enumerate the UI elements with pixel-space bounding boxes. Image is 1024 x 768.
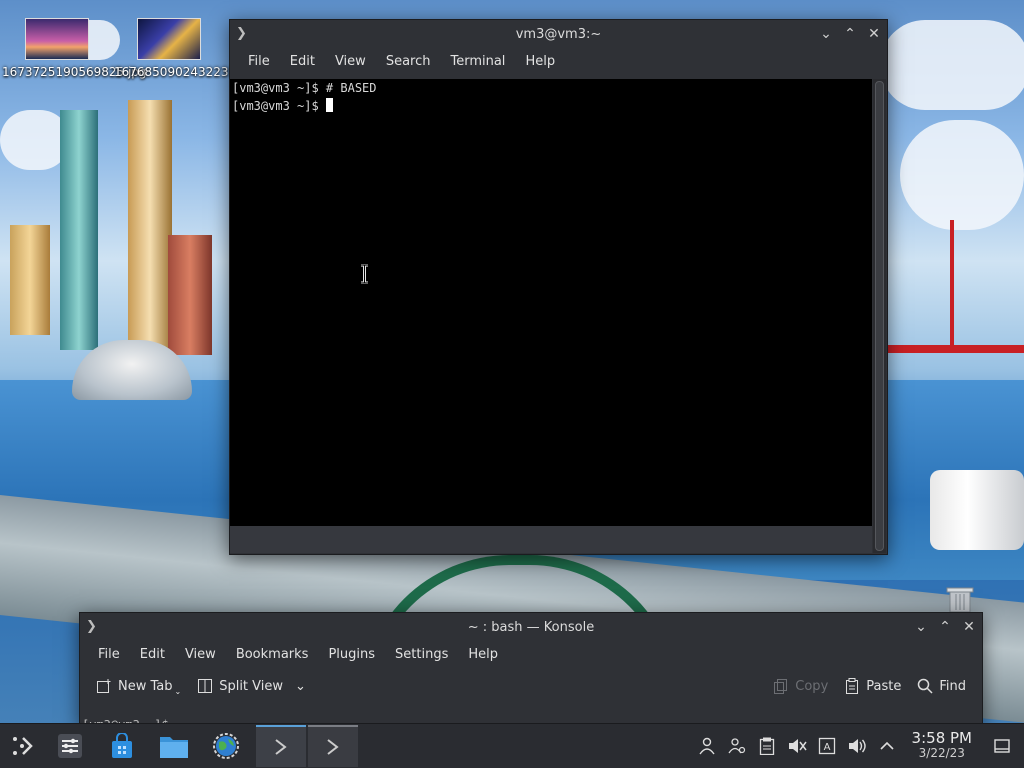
dropdown-indicator-icon: ⌄ — [174, 686, 182, 696]
terminal-line: [vm3@vm3 ~]$ — [230, 97, 872, 115]
volume-icon[interactable] — [844, 724, 870, 768]
konsole-titlebar[interactable]: ❯ ~ : bash — Konsole ⌄ ⌃ ✕ — [80, 613, 982, 641]
settings-sliders-icon — [58, 734, 82, 758]
taskbar-task-terminal[interactable] — [256, 725, 306, 767]
paste-icon — [846, 678, 859, 694]
menu-edit[interactable]: Edit — [130, 641, 175, 669]
terminal-line: [vm3@vm3 ~]$ # BASED — [232, 81, 377, 95]
konsole-app-icon: ❯ — [86, 619, 97, 634]
window-title: ~ : bash — Konsole — [467, 619, 595, 635]
close-button[interactable]: ✕ — [960, 618, 978, 636]
user-accounts-icon[interactable] — [724, 724, 750, 768]
menu-help[interactable]: Help — [458, 641, 508, 669]
terminal-bottom-area — [230, 526, 872, 553]
menu-search[interactable]: Search — [376, 48, 441, 76]
desktop-file-label: 1676850902432231.jpg — [114, 65, 259, 79]
desktop-file-icon-1[interactable]: 1673725190569825.jpg — [2, 18, 147, 80]
maximize-button[interactable]: ⌃ — [841, 25, 859, 43]
discover-store-launcher[interactable] — [100, 724, 144, 768]
menu-terminal[interactable]: Terminal — [440, 48, 515, 76]
search-icon — [918, 678, 933, 694]
app-launcher-icon — [13, 737, 33, 755]
svg-text:A: A — [823, 742, 830, 753]
terminal-output[interactable]: [vm3@vm3 ~]$ # BASED [vm3@vm3 ~]$ — [230, 79, 872, 526]
konsole-menubar: File Edit View Bookmarks Plugins Setting… — [80, 641, 982, 669]
terminal-window[interactable]: ❯ vm3@vm3:~ ⌄ ⌃ ✕ File Edit View Search … — [229, 19, 888, 555]
close-button[interactable]: ✕ — [865, 25, 883, 43]
desktop-file-icon-2[interactable]: 1676850902432231.jpg — [114, 18, 259, 80]
web-browser-launcher[interactable] — [204, 724, 248, 768]
text-cursor — [325, 98, 333, 112]
terminal-scrollbar[interactable] — [873, 79, 886, 553]
trash-icon[interactable] — [944, 585, 976, 613]
terminal-app-icon: ❯ — [236, 26, 247, 41]
copy-button[interactable]: Copy — [765, 673, 836, 699]
konsole-toolbar: New Tab ⌄ Split View ⌄ Copy Paste Find — [80, 669, 982, 703]
menu-file[interactable]: File — [88, 641, 130, 669]
image-thumbnail — [137, 18, 201, 60]
split-view-button[interactable]: Split View ⌄ — [189, 673, 314, 699]
terminal-menubar: File Edit View Search Terminal Help — [230, 48, 887, 76]
split-view-icon — [198, 679, 213, 693]
file-manager-launcher[interactable] — [152, 724, 196, 768]
show-desktop-button[interactable] — [986, 724, 1018, 768]
audio-muted-icon[interactable] — [784, 724, 810, 768]
desktop-file-label: 1673725190569825.jpg — [2, 65, 147, 79]
menu-bookmarks[interactable]: Bookmarks — [226, 641, 319, 669]
minimize-button[interactable]: ⌄ — [912, 618, 930, 636]
find-button[interactable]: Find — [909, 673, 974, 699]
image-thumbnail — [25, 18, 89, 60]
menu-edit[interactable]: Edit — [280, 48, 325, 76]
maximize-button[interactable]: ⌃ — [936, 618, 954, 636]
konsole-window[interactable]: ❯ ~ : bash — Konsole ⌄ ⌃ ✕ File Edit Vie… — [79, 612, 983, 726]
system-tray: A 3:58 PM 3/22/23 — [694, 724, 1024, 768]
new-tab-icon — [97, 679, 111, 693]
shopping-bag-icon — [112, 733, 132, 758]
copy-icon — [774, 679, 788, 694]
terminal-prompt-icon — [327, 739, 339, 755]
taskbar: A 3:58 PM 3/22/23 — [0, 723, 1024, 768]
clock-time: 3:58 PM — [911, 729, 972, 747]
user-switcher-icon[interactable] — [694, 724, 720, 768]
show-desktop-icon — [994, 739, 1010, 753]
chevron-up-icon[interactable] — [874, 724, 900, 768]
paste-button[interactable]: Paste — [836, 673, 909, 699]
taskbar-task-konsole[interactable] — [308, 725, 358, 767]
menu-help[interactable]: Help — [515, 48, 565, 76]
minimize-button[interactable]: ⌄ — [817, 25, 835, 43]
new-tab-button[interactable]: New Tab ⌄ — [88, 673, 189, 699]
application-launcher-button[interactable] — [0, 724, 44, 768]
folder-icon — [160, 737, 188, 758]
menu-settings[interactable]: Settings — [385, 641, 458, 669]
scrollbar-thumb[interactable] — [875, 81, 884, 551]
keyboard-layout-icon[interactable]: A — [814, 724, 840, 768]
menu-view[interactable]: View — [325, 48, 376, 76]
globe-icon — [213, 733, 239, 759]
menu-file[interactable]: File — [238, 48, 280, 76]
menu-view[interactable]: View — [175, 641, 226, 669]
chevron-down-icon: ⌄ — [295, 678, 306, 694]
menu-plugins[interactable]: Plugins — [318, 641, 385, 669]
window-title: vm3@vm3:~ — [515, 26, 602, 42]
ibeam-cursor-icon — [360, 263, 369, 288]
terminal-titlebar[interactable]: ❯ vm3@vm3:~ ⌄ ⌃ ✕ — [230, 20, 887, 48]
clock-date: 3/22/23 — [918, 746, 965, 760]
clipboard-icon[interactable] — [754, 724, 780, 768]
terminal-prompt-icon — [275, 739, 287, 755]
digital-clock[interactable]: 3:58 PM 3/22/23 — [912, 731, 972, 761]
system-settings-launcher[interactable] — [48, 724, 92, 768]
